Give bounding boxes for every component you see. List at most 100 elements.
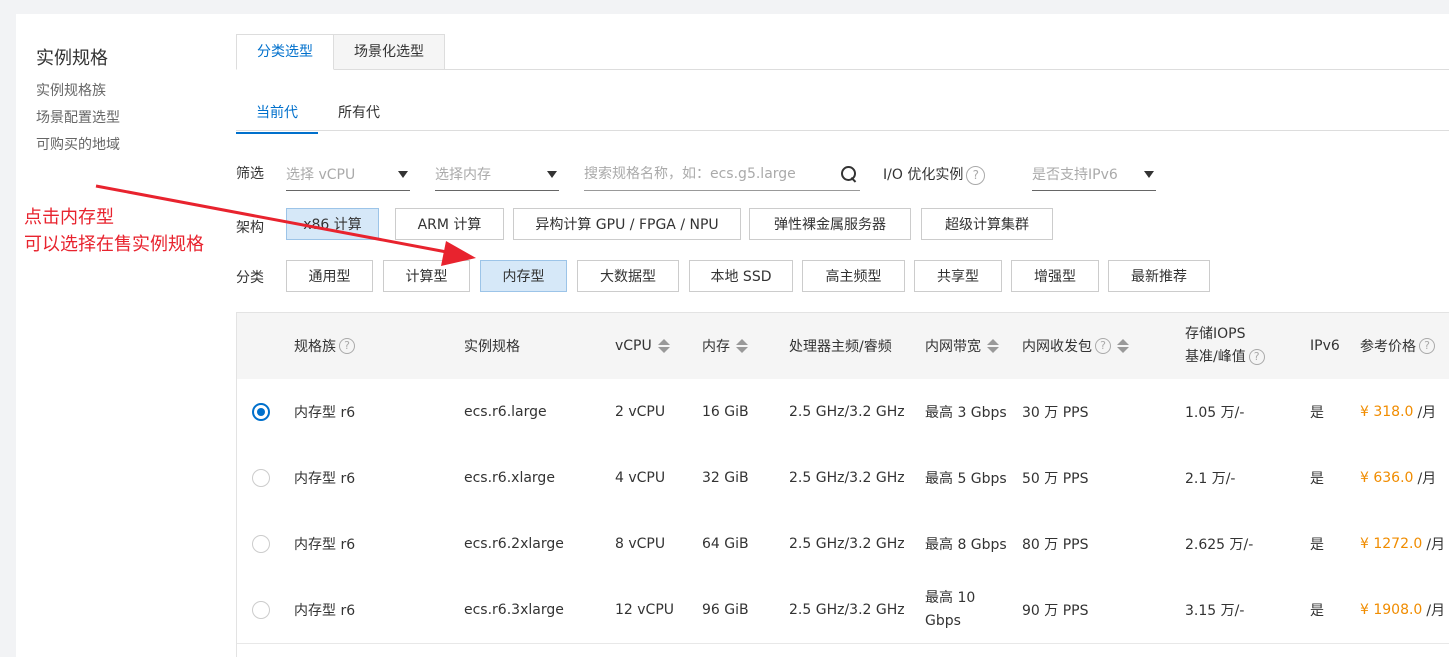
spec-panel: 实例规格 实例规格族 场景配置选型 可购买的地域 分类选型 场景化选型 当前代 … [16, 14, 1449, 657]
arch-scc-button[interactable]: 超级计算集群 [921, 208, 1053, 240]
arch-bare-metal-button[interactable]: 弹性裸金属服务器 [749, 208, 911, 240]
sort-icon[interactable] [736, 339, 748, 353]
caret-down-icon [547, 170, 557, 178]
row-radio[interactable] [252, 403, 270, 421]
row-memory: 64 GiB [702, 536, 749, 552]
category-local-ssd-button[interactable]: 本地 SSD [689, 260, 793, 292]
subtabs-divider [236, 130, 1449, 131]
arch-heterogeneous-button[interactable]: 异构计算 GPU / FPGA / NPU [513, 208, 741, 240]
row-memory: 96 GiB [702, 602, 749, 618]
tab-current-gen[interactable]: 当前代 [236, 98, 318, 134]
sort-icon[interactable] [987, 339, 999, 353]
sort-icon[interactable] [657, 339, 670, 353]
ipv6-select[interactable]: 是否支持IPv6 [1032, 158, 1156, 191]
header-vcpu[interactable]: vCPU [615, 313, 670, 379]
row-iops: 2.1 万/- [1185, 471, 1236, 487]
category-compute-button[interactable]: 计算型 [383, 260, 470, 292]
row-radio[interactable] [252, 601, 270, 619]
table-row[interactable]: 内存型 r6 ecs.r6.large 2 vCPU 16 GiB 2.5 GH… [237, 379, 1449, 446]
ipv6-select-placeholder: 是否支持IPv6 [1032, 167, 1118, 183]
help-icon[interactable]: ? [1095, 338, 1111, 354]
category-shared-button[interactable]: 共享型 [914, 260, 1002, 292]
vcpu-select-placeholder: 选择 vCPU [286, 167, 356, 183]
row-vcpu: 12 vCPU [615, 602, 675, 618]
row-ipv6: 是 [1310, 405, 1324, 421]
caret-down-icon [1144, 170, 1154, 178]
row-bandwidth: 最高 10 Gbps [925, 590, 976, 629]
generation-tabs: 当前代 所有代 [236, 98, 400, 134]
spec-search-input[interactable] [584, 166, 824, 182]
caret-down-icon [398, 170, 408, 178]
row-pps: 50 万 PPS [1022, 471, 1089, 487]
help-icon[interactable]: ? [966, 165, 986, 185]
row-radio[interactable] [252, 535, 270, 553]
spec-table: 规格族? 实例规格 vCPU 内存 处理器主频/睿频 内网带宽 内网收发包? 存… [236, 312, 1449, 657]
category-label: 分类 [236, 270, 264, 286]
row-price: ¥ 1272.0/月 [1360, 536, 1446, 553]
row-price: ¥ 318.0/月 [1360, 404, 1437, 421]
vcpu-select[interactable]: 选择 vCPU [286, 158, 410, 191]
row-family: 内存型 r6 [294, 471, 356, 487]
row-spec: ecs.r6.2xlarge [464, 536, 564, 552]
header-frequency: 处理器主频/睿频 [789, 339, 892, 355]
category-recommended-button[interactable]: 最新推荐 [1108, 260, 1210, 292]
filter-label: 筛选 [236, 166, 264, 182]
tab-scenario-selection[interactable]: 场景化选型 [333, 34, 445, 70]
memory-select[interactable]: 选择内存 [435, 158, 559, 191]
row-family: 内存型 r6 [294, 603, 356, 619]
table-row[interactable]: 内存型 r6 ecs.r6.xlarge 4 vCPU 32 GiB 2.5 G… [237, 445, 1449, 512]
row-frequency: 2.5 GHz/3.2 GHz [789, 602, 905, 618]
header-iops: 存储IOPS 基准/峰值? [1185, 313, 1295, 379]
tab-category-selection[interactable]: 分类选型 [236, 34, 334, 70]
category-memory-button[interactable]: 内存型 [480, 260, 567, 292]
search-icon[interactable] [840, 165, 858, 183]
header-spec: 实例规格 [464, 339, 520, 355]
row-ipv6: 是 [1310, 471, 1324, 487]
row-memory: 16 GiB [702, 404, 749, 420]
help-icon[interactable]: ? [339, 338, 355, 354]
header-bandwidth[interactable]: 内网带宽 [925, 313, 999, 379]
row-iops: 2.625 万/- [1185, 537, 1254, 553]
tab-all-gen[interactable]: 所有代 [318, 98, 400, 134]
io-optimized-label: I/O 优化实例 [883, 167, 964, 183]
sidebar-item-family[interactable]: 实例规格族 [36, 80, 106, 100]
row-iops: 3.15 万/- [1185, 603, 1245, 619]
io-optimized-filter[interactable]: I/O 优化实例? [883, 164, 986, 185]
row-ipv6: 是 [1310, 537, 1324, 553]
sidebar-item-scenario[interactable]: 场景配置选型 [36, 107, 120, 127]
row-frequency: 2.5 GHz/3.2 GHz [789, 404, 905, 420]
row-frequency: 2.5 GHz/3.2 GHz [789, 536, 905, 552]
help-icon[interactable]: ? [1419, 338, 1435, 354]
header-family: 规格族? [294, 313, 355, 379]
row-vcpu: 4 vCPU [615, 470, 666, 486]
row-price: ¥ 636.0/月 [1360, 470, 1437, 487]
header-memory[interactable]: 内存 [702, 313, 748, 379]
row-bandwidth: 最高 5 Gbps [925, 471, 1007, 487]
row-pps: 90 万 PPS [1022, 603, 1089, 619]
spec-search [584, 158, 860, 191]
sidebar-item-regions[interactable]: 可购买的地域 [36, 134, 120, 154]
row-frequency: 2.5 GHz/3.2 GHz [789, 470, 905, 486]
row-radio[interactable] [252, 469, 270, 487]
memory-select-placeholder: 选择内存 [435, 167, 491, 183]
row-price: ¥ 1908.0/月 [1360, 602, 1446, 619]
arch-arm-button[interactable]: ARM 计算 [395, 208, 504, 240]
row-family: 内存型 r6 [294, 405, 356, 421]
table-row[interactable]: 内存型 r6 ecs.r6.2xlarge 8 vCPU 64 GiB 2.5 … [237, 511, 1449, 578]
arch-x86-button[interactable]: x86 计算 [286, 208, 379, 240]
row-bandwidth: 最高 3 Gbps [925, 405, 1007, 421]
category-high-freq-button[interactable]: 高主频型 [802, 260, 905, 292]
row-spec: ecs.r6.3xlarge [464, 602, 564, 618]
row-pps: 30 万 PPS [1022, 405, 1089, 421]
row-vcpu: 2 vCPU [615, 404, 666, 420]
help-icon[interactable]: ? [1248, 349, 1265, 365]
category-enhanced-button[interactable]: 增强型 [1011, 260, 1099, 292]
sort-icon[interactable] [1117, 339, 1129, 353]
table-row[interactable]: 内存型 r6 ecs.r6.3xlarge 12 vCPU 96 GiB 2.5… [237, 577, 1449, 644]
category-bigdata-button[interactable]: 大数据型 [577, 260, 679, 292]
row-vcpu: 8 vCPU [615, 536, 666, 552]
row-spec: ecs.r6.large [464, 404, 547, 420]
row-memory: 32 GiB [702, 470, 749, 486]
category-general-button[interactable]: 通用型 [286, 260, 373, 292]
header-pps[interactable]: 内网收发包? [1022, 313, 1129, 379]
